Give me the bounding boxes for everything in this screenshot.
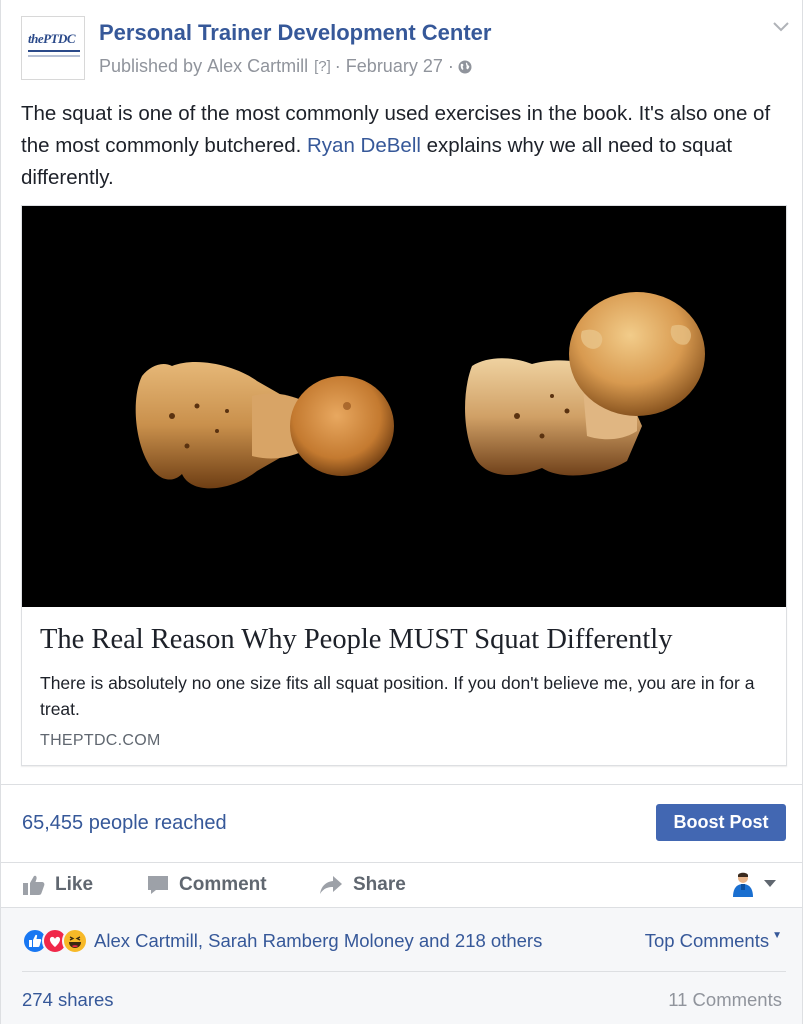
people-reached-link[interactable]: 65,455 people reached — [22, 812, 227, 835]
publisher-name[interactable]: Alex Cartmill — [207, 56, 308, 77]
link-description: There is absolutely no one size fits all… — [40, 673, 755, 719]
globe-icon[interactable] — [458, 60, 472, 74]
divider — [1, 862, 802, 863]
like-button[interactable]: Like — [23, 870, 93, 900]
meta-separator-2: · — [447, 56, 454, 76]
post-actions-bar: Like Comment Share — [1, 864, 802, 906]
post-text: The squat is one of the most commonly us… — [21, 98, 791, 194]
page-avatar[interactable]: thePTDC — [21, 16, 85, 80]
chevron-down-icon[interactable] — [771, 16, 791, 36]
share-button[interactable]: Share — [319, 870, 406, 900]
mention-link[interactable]: Ryan DeBell — [307, 134, 421, 157]
reactions-row[interactable]: Alex Cartmill, Sarah Ramberg Moloney and… — [22, 928, 542, 954]
comments-count-link[interactable]: 11 Comments — [668, 989, 782, 1011]
page-name-link[interactable]: Personal Trainer Development Center — [99, 20, 491, 46]
facebook-post: thePTDC Personal Trainer Development Cen… — [0, 0, 803, 1024]
reaction-names-link[interactable]: Alex Cartmill, Sarah Ramberg Moloney and… — [94, 930, 542, 952]
help-marker[interactable]: [?] — [314, 58, 331, 75]
caret-down-icon: ▼ — [772, 930, 782, 941]
boost-post-button[interactable]: Boost Post — [656, 804, 786, 841]
top-comments-label: Top Comments — [644, 930, 770, 951]
post-as-selector[interactable] — [731, 868, 781, 900]
link-title[interactable]: The Real Reason Why People MUST Squat Di… — [40, 624, 770, 656]
top-comments-dropdown[interactable]: Top Comments ▼ — [645, 930, 782, 952]
haha-reaction-icon — [62, 928, 88, 954]
meta-separator: · — [334, 56, 341, 76]
like-label: Like — [55, 874, 94, 895]
link-domain: THEPTDC.COM — [40, 732, 161, 749]
logo-subtext-bar — [28, 55, 80, 57]
share-arrow-icon — [320, 876, 342, 894]
comment-label: Comment — [179, 874, 267, 895]
divider — [22, 971, 786, 972]
caret-down-icon — [764, 880, 776, 887]
reactions-summary: Alex Cartmill, Sarah Ramberg Moloney and… — [1, 908, 802, 1024]
logo-text: thePTDC — [28, 31, 76, 46]
shares-count-link[interactable]: 274 shares — [22, 989, 114, 1011]
avatar — [733, 872, 753, 897]
post-meta: Published by Alex Cartmill [?] · Februar… — [99, 56, 472, 77]
post-date[interactable]: February 27 — [346, 56, 443, 77]
published-prefix: Published by — [99, 56, 203, 76]
speech-bubble-icon — [148, 876, 168, 894]
share-label: Share — [353, 874, 406, 895]
thumbs-up-icon — [23, 875, 45, 895]
divider — [1, 784, 802, 785]
post-header: thePTDC Personal Trainer Development Cen… — [21, 16, 791, 82]
logo-underline — [28, 50, 80, 52]
femur-bones-image — [135, 292, 705, 489]
link-preview-image[interactable] — [22, 206, 786, 607]
link-preview-card[interactable]: The Real Reason Why People MUST Squat Di… — [21, 205, 787, 766]
comment-button[interactable]: Comment — [147, 870, 267, 900]
